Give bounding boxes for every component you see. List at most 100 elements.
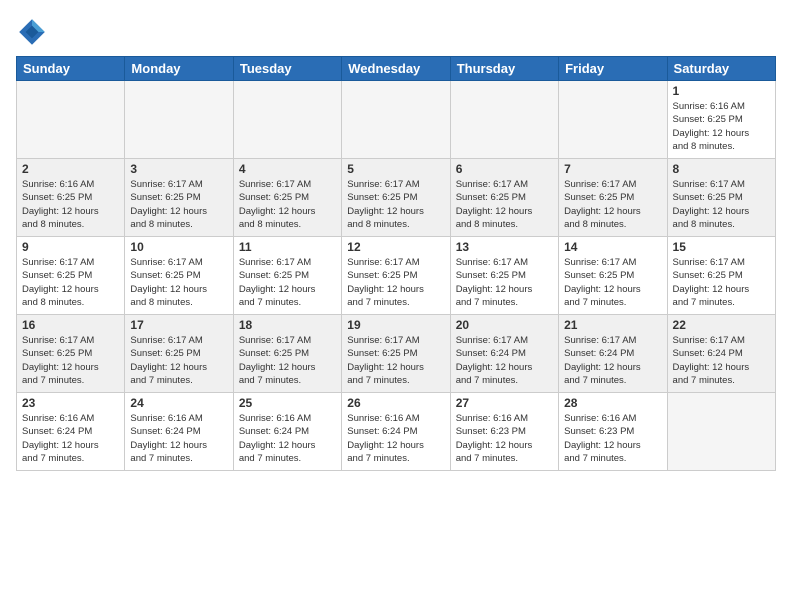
calendar-week-row: 1 Sunrise: 6:16 AM Sunset: 6:25 PM Daylig… [17, 81, 776, 159]
day-number: 12 [347, 240, 444, 254]
day-info: Sunrise: 6:17 AM Sunset: 6:24 PM Dayligh… [456, 334, 553, 387]
day-number: 2 [22, 162, 119, 176]
day-number: 22 [673, 318, 770, 332]
calendar-cell: 6Sunrise: 6:17 AM Sunset: 6:25 PM Daylig… [450, 159, 558, 237]
day-number: 7 [564, 162, 661, 176]
day-info: Sunrise: 6:17 AM Sunset: 6:25 PM Dayligh… [347, 178, 444, 231]
logo [16, 16, 52, 48]
day-number: 26 [347, 396, 444, 410]
calendar-cell: 28 Sunrise: 6:16 AM Sunset: 6:23 PM Dayli… [559, 393, 667, 471]
calendar-week-row: 9 Sunrise: 6:17 AM Sunset: 6:25 PM Daylig… [17, 237, 776, 315]
calendar-cell: 14 Sunrise: 6:17 AM Sunset: 6:25 PM Dayli… [559, 237, 667, 315]
day-info: Sunrise: 6:16 AM Sunset: 6:25 PM Dayligh… [22, 178, 119, 231]
weekday-header-thursday: Thursday [450, 57, 558, 81]
day-number: 19 [347, 318, 444, 332]
day-number: 18 [239, 318, 336, 332]
calendar-cell [342, 81, 450, 159]
day-info: Sunrise: 6:17 AM Sunset: 6:24 PM Dayligh… [673, 334, 770, 387]
calendar-cell: 27Sunrise: 6:16 AM Sunset: 6:23 PM Dayli… [450, 393, 558, 471]
day-number: 14 [564, 240, 661, 254]
calendar-cell: 19 Sunrise: 6:17 AM Sunset: 6:25 PM Dayli… [342, 315, 450, 393]
day-number: 10 [130, 240, 227, 254]
day-info: Sunrise: 6:17 AM Sunset: 6:25 PM Dayligh… [239, 334, 336, 387]
day-info: Sunrise: 6:17 AM Sunset: 6:24 PM Dayligh… [564, 334, 661, 387]
calendar-cell: 15 Sunrise: 6:17 AM Sunset: 6:25 PM Dayli… [667, 237, 775, 315]
weekday-header-wednesday: Wednesday [342, 57, 450, 81]
calendar-week-row: 23 Sunrise: 6:16 AM Sunset: 6:24 PM Dayli… [17, 393, 776, 471]
day-info: Sunrise: 6:17 AM Sunset: 6:25 PM Dayligh… [564, 256, 661, 309]
day-number: 8 [673, 162, 770, 176]
logo-icon [16, 16, 48, 48]
calendar-cell: 17 Sunrise: 6:17 AM Sunset: 6:25 PM Dayli… [125, 315, 233, 393]
calendar-cell [125, 81, 233, 159]
weekday-header-saturday: Saturday [667, 57, 775, 81]
day-number: 11 [239, 240, 336, 254]
weekday-header-row: SundayMondayTuesdayWednesdayThursdayFrid… [17, 57, 776, 81]
day-number: 21 [564, 318, 661, 332]
day-info: Sunrise: 6:17 AM Sunset: 6:25 PM Dayligh… [347, 334, 444, 387]
day-info: Sunrise: 6:16 AM Sunset: 6:25 PM Dayligh… [673, 100, 770, 153]
day-number: 16 [22, 318, 119, 332]
calendar-cell: 1 Sunrise: 6:16 AM Sunset: 6:25 PM Daylig… [667, 81, 775, 159]
day-info: Sunrise: 6:17 AM Sunset: 6:25 PM Dayligh… [22, 334, 119, 387]
page-container: SundayMondayTuesdayWednesdayThursdayFrid… [0, 0, 792, 479]
day-info: Sunrise: 6:17 AM Sunset: 6:25 PM Dayligh… [673, 178, 770, 231]
calendar-cell: 3 Sunrise: 6:17 AM Sunset: 6:25 PM Daylig… [125, 159, 233, 237]
day-info: Sunrise: 6:16 AM Sunset: 6:23 PM Dayligh… [456, 412, 553, 465]
day-number: 5 [347, 162, 444, 176]
calendar-cell: 24 Sunrise: 6:16 AM Sunset: 6:24 PM Dayli… [125, 393, 233, 471]
calendar-cell [667, 393, 775, 471]
calendar-cell: 22 Sunrise: 6:17 AM Sunset: 6:24 PM Dayli… [667, 315, 775, 393]
calendar-cell [559, 81, 667, 159]
day-info: Sunrise: 6:17 AM Sunset: 6:25 PM Dayligh… [130, 334, 227, 387]
day-info: Sunrise: 6:17 AM Sunset: 6:25 PM Dayligh… [673, 256, 770, 309]
weekday-header-tuesday: Tuesday [233, 57, 341, 81]
calendar-cell: 2 Sunrise: 6:16 AM Sunset: 6:25 PM Daylig… [17, 159, 125, 237]
day-number: 6 [456, 162, 553, 176]
day-info: Sunrise: 6:17 AM Sunset: 6:25 PM Dayligh… [22, 256, 119, 309]
day-info: Sunrise: 6:17 AM Sunset: 6:25 PM Dayligh… [239, 178, 336, 231]
day-number: 15 [673, 240, 770, 254]
calendar-cell [450, 81, 558, 159]
day-info: Sunrise: 6:17 AM Sunset: 6:25 PM Dayligh… [456, 256, 553, 309]
calendar-cell: 5 Sunrise: 6:17 AM Sunset: 6:25 PM Daylig… [342, 159, 450, 237]
calendar-cell: 8 Sunrise: 6:17 AM Sunset: 6:25 PM Daylig… [667, 159, 775, 237]
calendar-cell [233, 81, 341, 159]
day-info: Sunrise: 6:17 AM Sunset: 6:25 PM Dayligh… [130, 178, 227, 231]
calendar-cell: 26Sunrise: 6:16 AM Sunset: 6:24 PM Dayli… [342, 393, 450, 471]
calendar-cell: 16 Sunrise: 6:17 AM Sunset: 6:25 PM Dayli… [17, 315, 125, 393]
day-number: 3 [130, 162, 227, 176]
day-number: 24 [130, 396, 227, 410]
day-info: Sunrise: 6:16 AM Sunset: 6:24 PM Dayligh… [22, 412, 119, 465]
calendar-cell: 21 Sunrise: 6:17 AM Sunset: 6:24 PM Dayli… [559, 315, 667, 393]
day-info: Sunrise: 6:17 AM Sunset: 6:25 PM Dayligh… [564, 178, 661, 231]
day-number: 4 [239, 162, 336, 176]
day-number: 28 [564, 396, 661, 410]
day-number: 1 [673, 84, 770, 98]
day-info: Sunrise: 6:17 AM Sunset: 6:25 PM Dayligh… [239, 256, 336, 309]
day-number: 13 [456, 240, 553, 254]
day-info: Sunrise: 6:16 AM Sunset: 6:24 PM Dayligh… [239, 412, 336, 465]
calendar-table: SundayMondayTuesdayWednesdayThursdayFrid… [16, 56, 776, 471]
day-number: 25 [239, 396, 336, 410]
day-number: 9 [22, 240, 119, 254]
calendar-cell: 25 Sunrise: 6:16 AM Sunset: 6:24 PM Dayli… [233, 393, 341, 471]
weekday-header-sunday: Sunday [17, 57, 125, 81]
calendar-cell: 12 Sunrise: 6:17 AM Sunset: 6:25 PM Dayli… [342, 237, 450, 315]
calendar-cell: 20 Sunrise: 6:17 AM Sunset: 6:24 PM Dayli… [450, 315, 558, 393]
header [16, 16, 776, 48]
weekday-header-friday: Friday [559, 57, 667, 81]
calendar-cell: 23 Sunrise: 6:16 AM Sunset: 6:24 PM Dayli… [17, 393, 125, 471]
day-info: Sunrise: 6:17 AM Sunset: 6:25 PM Dayligh… [347, 256, 444, 309]
day-info: Sunrise: 6:16 AM Sunset: 6:23 PM Dayligh… [564, 412, 661, 465]
weekday-header-monday: Monday [125, 57, 233, 81]
calendar-week-row: 2 Sunrise: 6:16 AM Sunset: 6:25 PM Daylig… [17, 159, 776, 237]
calendar-cell: 10Sunrise: 6:17 AM Sunset: 6:25 PM Dayli… [125, 237, 233, 315]
calendar-cell: 4 Sunrise: 6:17 AM Sunset: 6:25 PM Daylig… [233, 159, 341, 237]
day-info: Sunrise: 6:16 AM Sunset: 6:24 PM Dayligh… [130, 412, 227, 465]
calendar-cell: 18 Sunrise: 6:17 AM Sunset: 6:25 PM Dayli… [233, 315, 341, 393]
day-number: 23 [22, 396, 119, 410]
calendar-cell: 13 Sunrise: 6:17 AM Sunset: 6:25 PM Dayli… [450, 237, 558, 315]
day-number: 20 [456, 318, 553, 332]
day-number: 17 [130, 318, 227, 332]
